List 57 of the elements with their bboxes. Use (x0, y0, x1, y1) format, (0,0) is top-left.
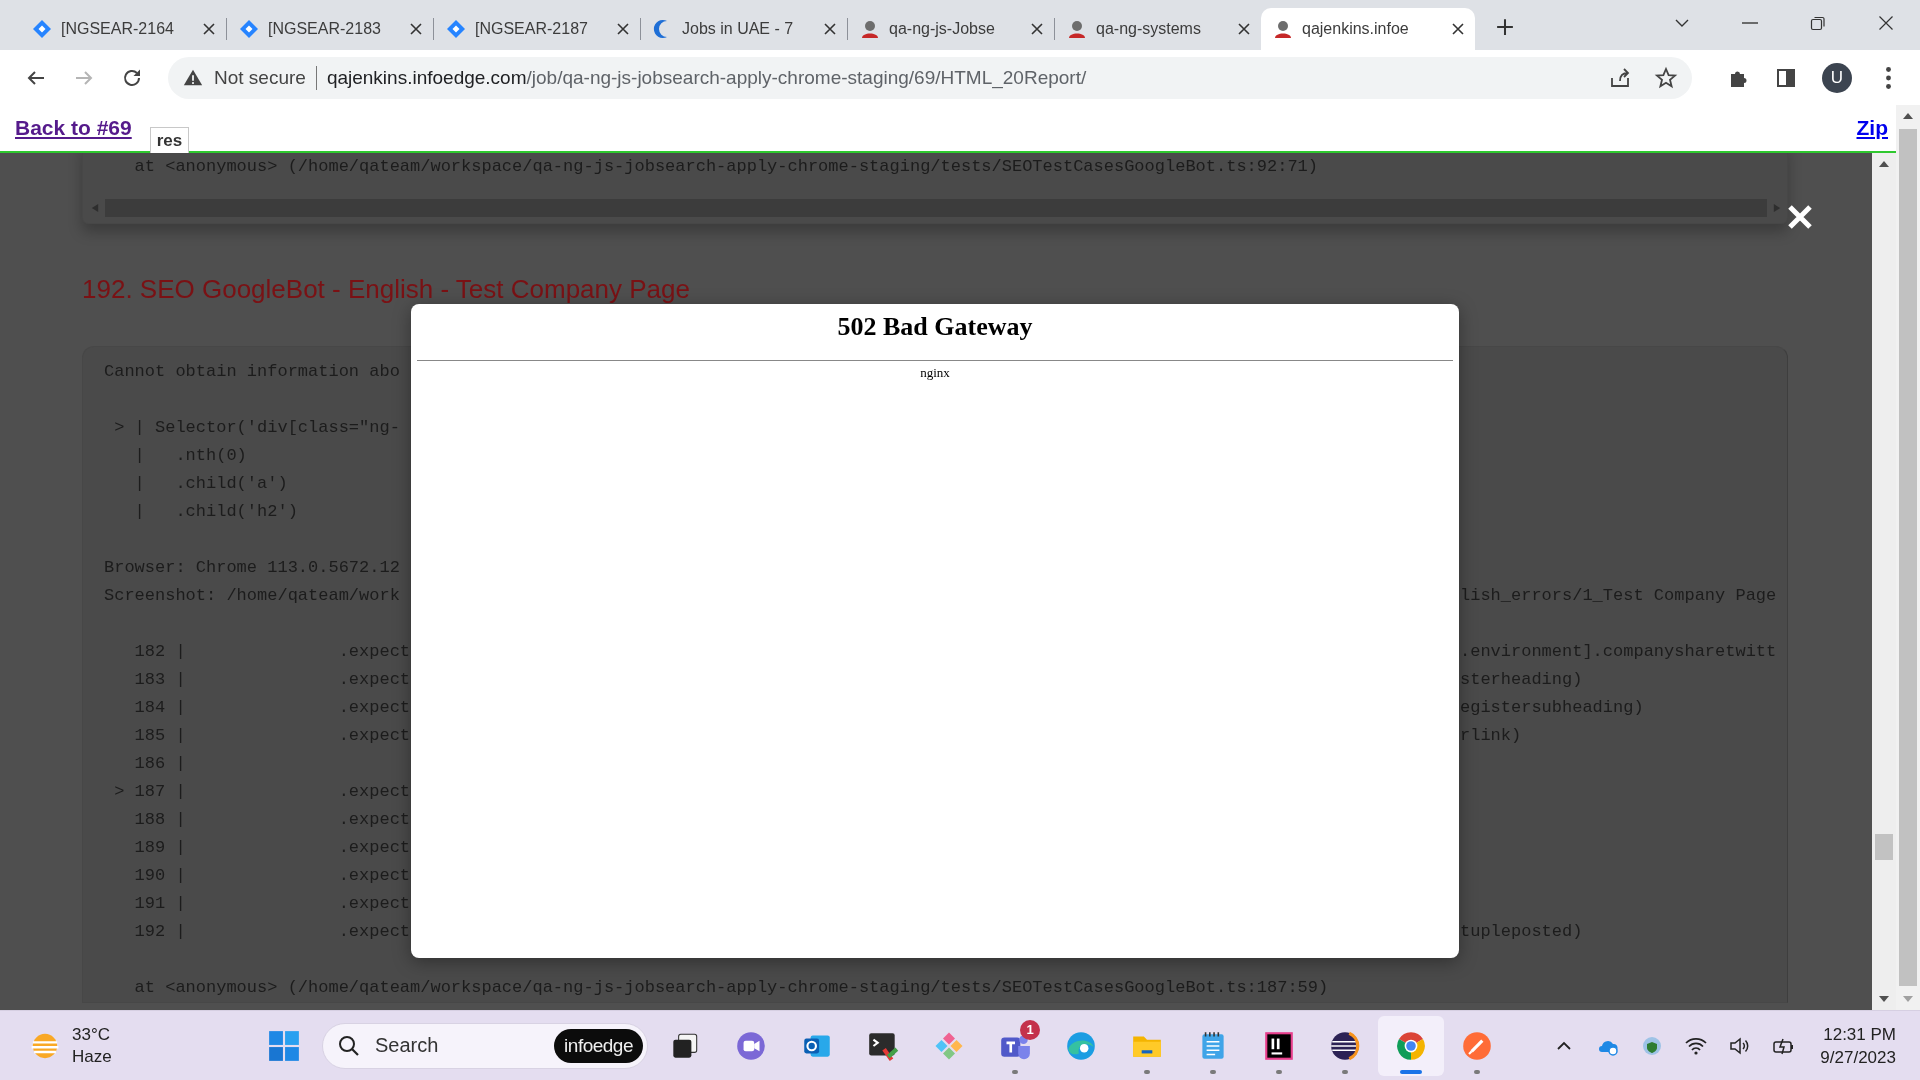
browser-tab[interactable]: qa-ng-systems (1055, 8, 1261, 50)
plus-icon (1496, 18, 1514, 36)
person-icon (860, 19, 880, 39)
diamond-icon (32, 19, 52, 39)
taskbar-app[interactable]: 1 (982, 1015, 1048, 1076)
profile-avatar[interactable]: U (1822, 62, 1852, 93)
security-status[interactable]: Not secure (214, 66, 306, 89)
windows-logo-icon (267, 1028, 301, 1063)
back-link[interactable]: Back to #69 (15, 116, 132, 140)
restore-icon (1810, 15, 1826, 31)
search-placeholder: Search (375, 1034, 439, 1057)
browser-tab[interactable]: [NGSEAR-2164 (20, 8, 226, 50)
address-bar[interactable]: Not secure qajenkins.infoedge.com/job/qa-ng-js-jobsearch-apply-chrome-staging/69/HTML_20Report/ (168, 56, 1692, 99)
close-icon (1452, 23, 1464, 35)
person-icon (1067, 19, 1087, 39)
search-icon (337, 1033, 361, 1058)
weather-widget[interactable]: 33°C Haze (0, 1011, 230, 1080)
browser-tab[interactable]: qajenkins.infoe (1261, 8, 1475, 50)
url-text[interactable]: qajenkins.infoedge.com/job/qa-ng-js-jobsearch-apply-chrome-staging/69/HTML_20Report/ (326, 66, 1087, 89)
close-icon (1238, 23, 1250, 35)
close-icon (1878, 15, 1894, 31)
report-tab[interactable]: res (149, 127, 190, 153)
weather-condition: Haze (72, 1045, 112, 1068)
minimize-icon (1742, 22, 1758, 24)
diamond-icon (446, 19, 466, 39)
close-icon (1031, 23, 1043, 35)
browser-tab[interactable]: qa-ng-js-Jobse (848, 8, 1054, 50)
close-icon (824, 23, 836, 35)
temperature: 33°C (72, 1023, 111, 1046)
zip-link[interactable]: Zip (1856, 116, 1888, 140)
star-icon (1654, 65, 1678, 90)
scrollbar-thumb[interactable] (1875, 834, 1893, 860)
server-name: nginx (920, 365, 950, 381)
notification-badge: 1 (1020, 1019, 1040, 1040)
close-icon (203, 23, 215, 35)
clock-time: 12:31 PM (1823, 1023, 1896, 1046)
diamond-icon (239, 19, 259, 39)
vertical-scrollbar[interactable] (1896, 105, 1920, 1010)
browser-tab[interactable]: [NGSEAR-2187 (434, 8, 640, 50)
clock-date: 9/27/2023 (1820, 1046, 1896, 1069)
browser-tab[interactable]: [NGSEAR-2183 (227, 8, 433, 50)
person-icon (1273, 19, 1293, 39)
clock[interactable]: 12:31 PM 9/27/2023 (1820, 1022, 1896, 1069)
share-icon (1608, 65, 1632, 90)
search-field[interactable]: Search infoedge (322, 1022, 648, 1069)
up-arrow-icon[interactable] (1878, 159, 1890, 169)
up-arrow-icon[interactable] (1902, 111, 1914, 121)
down-arrow-icon[interactable] (1878, 994, 1890, 1004)
scrollbar-thumb[interactable] (1899, 129, 1917, 986)
vertical-scrollbar[interactable] (1872, 153, 1896, 1010)
menu-icon (1885, 66, 1891, 89)
error-title: 502 Bad Gateway (837, 312, 1033, 342)
browser-tab[interactable]: Jobs in UAE - 7 (641, 8, 847, 50)
test-heading: 192. SEO GoogleBot - English - Test Company Page (82, 274, 691, 304)
close-icon (617, 23, 629, 35)
search-highlight-badge: infoedge (554, 1028, 643, 1063)
close-icon (410, 23, 422, 35)
